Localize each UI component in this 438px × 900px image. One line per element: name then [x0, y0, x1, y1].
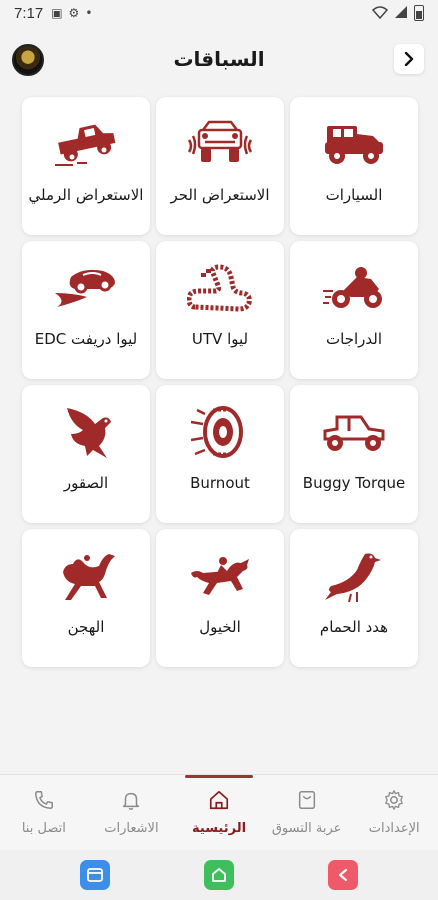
category-card-drift-edc[interactable]: ليوا دريفت EDC: [22, 241, 150, 379]
category-label: Burnout: [190, 474, 250, 492]
category-card-horses[interactable]: الخيول: [156, 529, 284, 667]
system-nav-bar: [0, 850, 438, 900]
category-label: الهجن: [67, 618, 105, 636]
camel-icon: [50, 547, 122, 605]
category-label: هدد الحمام: [319, 618, 389, 636]
gear-icon: [385, 790, 404, 810]
drift-car-icon: [184, 115, 256, 173]
tire-icon: [184, 403, 256, 461]
buggy-icon: [318, 403, 390, 461]
home-system-icon: [212, 868, 226, 882]
back-button[interactable]: [394, 44, 424, 74]
category-card-utv[interactable]: ليوا UTV: [156, 241, 284, 379]
back-system-icon: [338, 868, 348, 882]
category-card-bikes[interactable]: الدراجات: [290, 241, 418, 379]
recent-apps-button[interactable]: [80, 860, 110, 890]
category-card-falcons[interactable]: الصقور: [22, 385, 150, 523]
race-track-icon: [184, 259, 256, 317]
nav-cart[interactable]: عربة التسوق: [263, 775, 351, 850]
image-notification-icon: ▣: [51, 6, 63, 20]
category-label: الاستعراض الرملي: [28, 186, 144, 204]
category-label: ليوا UTV: [191, 330, 249, 348]
nav-contact[interactable]: اتصل بنا: [0, 775, 88, 850]
category-card-sand-show[interactable]: الاستعراض الرملي: [22, 97, 150, 235]
motorbike-icon: [318, 259, 390, 317]
nav-label: الإعدادات: [368, 821, 420, 836]
category-label: الخيول: [199, 618, 241, 636]
home-system-button[interactable]: [204, 860, 234, 890]
category-label: الصقور: [63, 474, 109, 492]
bottom-nav: الإعدادات عربة التسوق الرئيسية الاشعارات…: [0, 774, 438, 850]
page-title: السباقات: [173, 47, 265, 71]
nav-label: اتصل بنا: [21, 821, 66, 836]
falcon-icon: [50, 403, 122, 461]
wifi-icon: [371, 5, 389, 22]
status-bar: 7:17 ▣ ⚙ •: [0, 0, 438, 26]
nav-home[interactable]: الرئيسية: [175, 775, 263, 850]
category-card-cars[interactable]: السيارات: [290, 97, 418, 235]
speed-car-icon: [50, 259, 122, 317]
signal-icon: [394, 5, 408, 22]
horse-icon: [184, 547, 256, 605]
category-label: الدراجات: [326, 330, 382, 348]
category-label: ليوا دريفت EDC: [34, 330, 138, 348]
nav-label: الرئيسية: [192, 821, 247, 836]
cart-icon: [298, 791, 315, 809]
pickup-truck-icon: [50, 115, 122, 173]
category-card-burnout[interactable]: Burnout: [156, 385, 284, 523]
recent-apps-icon: [87, 868, 103, 882]
jeep-icon: [318, 115, 390, 173]
chevron-right-icon: [404, 52, 414, 66]
phone-icon: [34, 791, 53, 809]
category-grid: السيارات الاستعراض الحر الاستعراض الرملي…: [22, 97, 418, 667]
category-card-freestyle[interactable]: الاستعراض الحر: [156, 97, 284, 235]
category-card-pigeons[interactable]: هدد الحمام: [290, 529, 418, 667]
battery-icon: [414, 5, 424, 21]
status-system-icons: [371, 5, 424, 22]
back-system-button[interactable]: [328, 860, 358, 890]
nav-settings[interactable]: الإعدادات: [350, 775, 438, 850]
dot-notification-icon: •: [85, 6, 93, 20]
nav-label: عربة التسوق: [271, 821, 342, 836]
home-icon: [209, 790, 229, 810]
nav-label: الاشعارات: [104, 821, 159, 836]
sync-notification-icon: ⚙: [68, 6, 80, 20]
avatar[interactable]: [12, 44, 44, 76]
status-notification-icons: ▣ ⚙ •: [51, 6, 92, 20]
category-card-camels[interactable]: الهجن: [22, 529, 150, 667]
nav-notifications[interactable]: الاشعارات: [88, 775, 176, 850]
pigeon-icon: [318, 547, 390, 605]
app-header: السباقات: [0, 26, 438, 92]
category-label: السيارات: [325, 186, 383, 204]
category-label: Buggy Torque: [302, 474, 406, 492]
category-label: الاستعراض الحر: [170, 186, 270, 204]
status-time: 7:17: [14, 4, 44, 22]
bell-icon: [123, 792, 140, 810]
category-card-buggy-torque[interactable]: Buggy Torque: [290, 385, 418, 523]
